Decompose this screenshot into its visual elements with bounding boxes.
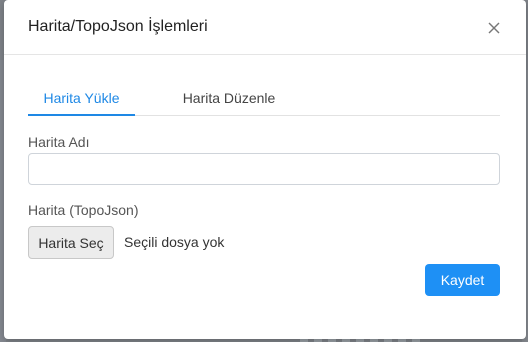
map-file-label: Harita (TopoJson) (28, 202, 139, 218)
close-icon (488, 22, 500, 34)
tab-harita-duzenle[interactable]: Harita Düzenle (169, 86, 289, 116)
file-status-text: Seçili dosya yok (124, 234, 225, 250)
modal-header: Harita/TopoJson İşlemleri (4, 0, 526, 55)
modal-title: Harita/TopoJson İşlemleri (28, 18, 208, 35)
tab-harita-yukle[interactable]: Harita Yükle (28, 86, 135, 116)
save-button[interactable]: Kaydet (425, 264, 500, 296)
choose-file-button[interactable]: Harita Seç (28, 226, 114, 259)
close-button[interactable] (484, 18, 504, 38)
tab-bar: Harita Yükle Harita Düzenle (28, 86, 500, 116)
map-name-input[interactable] (28, 153, 500, 185)
map-name-label: Harita Adı (28, 134, 90, 150)
topojson-modal: Harita/TopoJson İşlemleri Harita Yükle H… (4, 0, 526, 339)
